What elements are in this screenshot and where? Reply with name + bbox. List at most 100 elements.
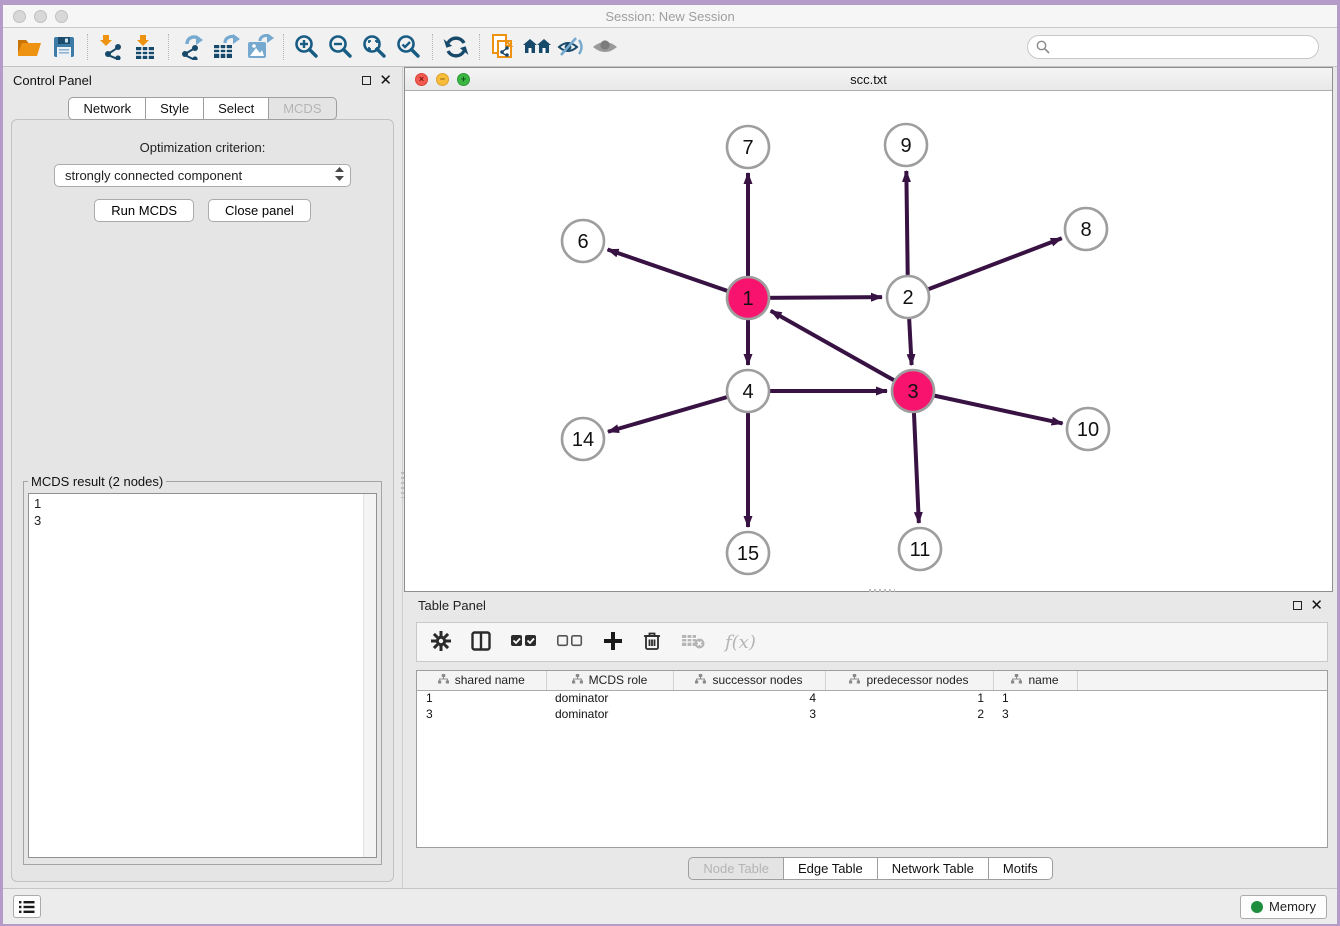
minimize-window-icon[interactable] bbox=[34, 10, 47, 23]
table-tab-network-table[interactable]: Network Table bbox=[878, 857, 989, 880]
graph-node-label: 7 bbox=[742, 137, 753, 159]
column-header-filler bbox=[1077, 671, 1327, 690]
toolbar-separator bbox=[283, 34, 284, 60]
table-tab-motifs[interactable]: Motifs bbox=[989, 857, 1053, 880]
control-panel-tabs: NetworkStyleSelectMCDS bbox=[3, 97, 402, 120]
table-cell[interactable]: 4 bbox=[673, 690, 825, 706]
graph-node-4[interactable]: 4 bbox=[727, 370, 769, 412]
run-mcds-button[interactable]: Run MCDS bbox=[94, 199, 194, 222]
column-header-name[interactable]: name bbox=[993, 671, 1077, 690]
toolbar-separator bbox=[168, 34, 169, 60]
delete-row-icon[interactable] bbox=[643, 631, 661, 654]
graph-node-14[interactable]: 14 bbox=[562, 418, 604, 460]
graph-edge-2-8[interactable] bbox=[908, 238, 1062, 297]
graph-node-label: 8 bbox=[1080, 219, 1091, 241]
float-table-panel-icon[interactable] bbox=[1293, 601, 1302, 610]
show-column-icon[interactable] bbox=[471, 631, 491, 654]
graph-node-6[interactable]: 6 bbox=[562, 220, 604, 262]
table-cell[interactable]: 1 bbox=[993, 690, 1077, 706]
table-settings-icon[interactable] bbox=[431, 631, 451, 654]
graph-node-9[interactable]: 9 bbox=[885, 124, 927, 166]
column-header-shared-name[interactable]: shared name bbox=[417, 671, 546, 690]
graph-node-2[interactable]: 2 bbox=[887, 276, 929, 318]
network-graph[interactable]: 7 9 6 8 1 2 4 3 14 10 15 11 bbox=[405, 91, 1332, 591]
table-panel: Table Panel ✕ bbox=[403, 592, 1337, 888]
table-row[interactable]: 1dominator411 bbox=[417, 690, 1327, 706]
memory-button[interactable]: Memory bbox=[1240, 895, 1327, 919]
maximize-window-icon[interactable] bbox=[55, 10, 68, 23]
network-minimize-icon[interactable]: − bbox=[436, 73, 449, 86]
search-field[interactable] bbox=[1027, 35, 1319, 59]
zoom-out-icon[interactable] bbox=[324, 32, 358, 62]
first-neighbors-icon[interactable] bbox=[520, 32, 554, 62]
table-cell[interactable]: 2 bbox=[825, 706, 993, 722]
graph-node-label: 2 bbox=[902, 287, 913, 309]
network-close-icon[interactable]: × bbox=[415, 73, 428, 86]
panel-splitter-grip[interactable] bbox=[401, 472, 404, 498]
network-maximize-icon[interactable]: + bbox=[457, 73, 470, 86]
tab-network[interactable]: Network bbox=[68, 97, 146, 120]
graph-node-15[interactable]: 15 bbox=[727, 532, 769, 574]
criterion-dropdown[interactable]: strongly connected component bbox=[54, 164, 351, 187]
tab-select[interactable]: Select bbox=[204, 97, 269, 120]
delete-table-icon bbox=[681, 632, 705, 653]
search-input[interactable] bbox=[1055, 40, 1310, 54]
close-table-panel-icon[interactable]: ✕ bbox=[1310, 601, 1323, 610]
table-cell[interactable]: dominator bbox=[546, 690, 673, 706]
column-header-predecessor-nodes[interactable]: predecessor nodes bbox=[825, 671, 993, 690]
apply-layout-icon[interactable] bbox=[439, 32, 473, 62]
column-header-successor-nodes[interactable]: successor nodes bbox=[673, 671, 825, 690]
zoom-in-icon[interactable] bbox=[290, 32, 324, 62]
result-scrollbar[interactable] bbox=[363, 494, 376, 857]
table-cell[interactable]: 3 bbox=[993, 706, 1077, 722]
copy-network-icon[interactable] bbox=[486, 32, 520, 62]
table-tab-node-table[interactable]: Node Table bbox=[688, 857, 784, 880]
graph-node-10[interactable]: 10 bbox=[1067, 408, 1109, 450]
float-panel-icon[interactable] bbox=[362, 76, 371, 85]
table-tab-edge-table[interactable]: Edge Table bbox=[784, 857, 878, 880]
column-header-MCDS-role[interactable]: MCDS role bbox=[546, 671, 673, 690]
export-table-icon[interactable] bbox=[209, 32, 243, 62]
table-cell[interactable]: dominator bbox=[546, 706, 673, 722]
deselect-all-icon[interactable] bbox=[557, 634, 583, 651]
import-network-icon[interactable] bbox=[94, 32, 128, 62]
zoom-selected-icon[interactable] bbox=[392, 32, 426, 62]
panel-splitter-grip-horizontal[interactable] bbox=[869, 589, 895, 592]
save-session-icon[interactable] bbox=[47, 32, 81, 62]
graph-edge-3-10[interactable] bbox=[913, 391, 1063, 423]
open-file-icon[interactable] bbox=[13, 32, 47, 62]
close-panel-button[interactable]: Close panel bbox=[208, 199, 311, 222]
table-row[interactable]: 3dominator323 bbox=[417, 706, 1327, 722]
application-window: Session: New Session bbox=[0, 0, 1340, 926]
tab-mcds[interactable]: MCDS bbox=[269, 97, 336, 120]
close-panel-icon[interactable]: ✕ bbox=[379, 76, 392, 85]
graph-node-3[interactable]: 3 bbox=[892, 370, 934, 412]
network-canvas[interactable]: 7 9 6 8 1 2 4 3 14 10 15 11 bbox=[405, 91, 1332, 591]
hide-selected-icon[interactable] bbox=[554, 32, 588, 62]
mcds-result-area[interactable]: 1 3 bbox=[28, 493, 377, 858]
status-bar: Memory bbox=[3, 888, 1337, 924]
select-all-icon[interactable] bbox=[511, 634, 537, 651]
zoom-fit-icon[interactable] bbox=[358, 32, 392, 62]
close-window-icon[interactable] bbox=[13, 10, 26, 23]
graph-node-7[interactable]: 7 bbox=[727, 126, 769, 168]
import-table-icon[interactable] bbox=[128, 32, 162, 62]
graph-node-8[interactable]: 8 bbox=[1065, 208, 1107, 250]
table-cell[interactable]: 3 bbox=[673, 706, 825, 722]
show-all-icon[interactable] bbox=[588, 32, 622, 62]
graph-node-11[interactable]: 11 bbox=[899, 528, 941, 570]
graph-edge-3-1[interactable] bbox=[771, 311, 913, 391]
task-history-button[interactable] bbox=[13, 895, 41, 918]
tab-style[interactable]: Style bbox=[146, 97, 204, 120]
sort-tree-icon bbox=[695, 673, 706, 687]
add-row-icon[interactable] bbox=[603, 631, 623, 654]
graph-node-1[interactable]: 1 bbox=[727, 277, 769, 319]
table-cell[interactable]: 3 bbox=[417, 706, 546, 722]
export-image-icon[interactable] bbox=[243, 32, 277, 62]
network-view-window: × − + scc.txt 7968124314101511 bbox=[404, 67, 1333, 592]
table-cell[interactable]: 1 bbox=[825, 690, 993, 706]
node-table[interactable]: shared nameMCDS rolesuccessor nodesprede… bbox=[416, 670, 1328, 848]
table-cell[interactable]: 1 bbox=[417, 690, 546, 706]
export-network-icon[interactable] bbox=[175, 32, 209, 62]
optimization-label: Optimization criterion: bbox=[18, 140, 387, 155]
